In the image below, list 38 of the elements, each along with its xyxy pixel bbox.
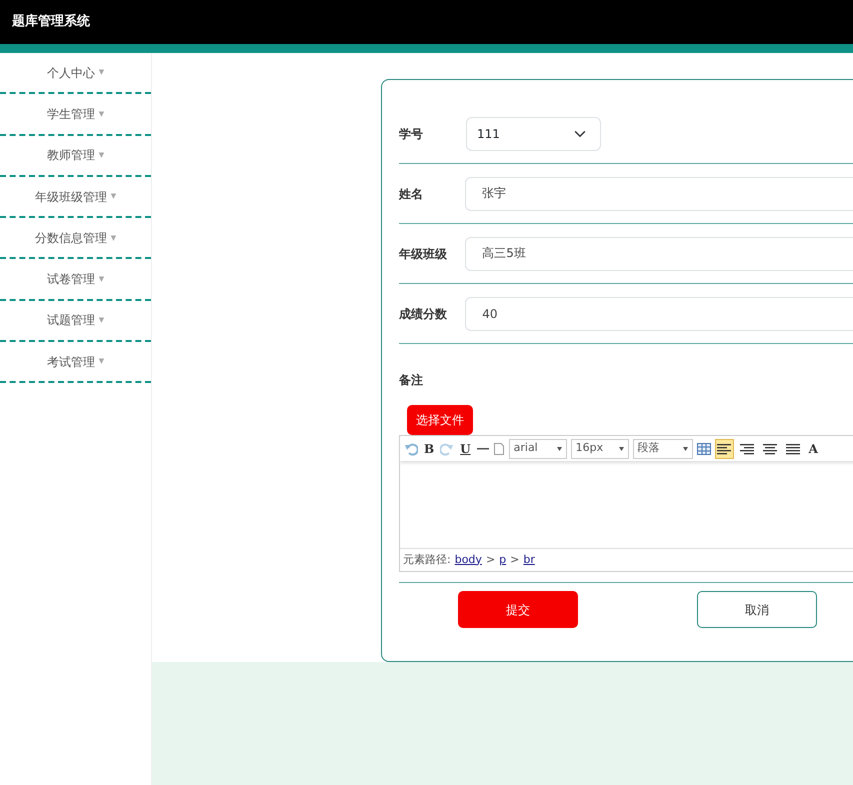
- file-button[interactable]: 选择文件: [407, 405, 473, 435]
- toolbar-dropdown[interactable]: 16px: [570, 438, 629, 458]
- align-left-button[interactable]: [714, 438, 734, 458]
- menu-label[interactable]: 学生管理: [46, 104, 95, 123]
- menu-label[interactable]: 教师管理: [46, 146, 95, 164]
- toolbar-dropdown[interactable]: 段落: [632, 438, 693, 458]
- submit-button[interactable]: 提交: [458, 591, 578, 628]
- select-field[interactable]: 111: [466, 116, 601, 150]
- bold-button[interactable]: B: [422, 440, 436, 458]
- caret-icon: [556, 446, 562, 450]
- path-link[interactable]: body: [454, 552, 482, 568]
- path-separator: >: [510, 552, 520, 568]
- field-label: 备注: [399, 372, 424, 389]
- input-field[interactable]: 40: [465, 296, 853, 330]
- field-label: 年级班级: [399, 246, 448, 262]
- caret-icon: [618, 446, 624, 450]
- menu-label[interactable]: 个人中心: [46, 64, 95, 82]
- field-label: 成绩分数: [399, 306, 448, 322]
- cancel-button[interactable]: 取消: [697, 591, 817, 628]
- field-label: 姓名: [399, 186, 424, 202]
- menu-label[interactable]: 分数信息管理: [34, 228, 107, 247]
- table-icon[interactable]: [696, 442, 711, 454]
- menu-label[interactable]: 年级班级管理: [34, 188, 107, 206]
- caret-icon: [682, 446, 688, 450]
- font-color-button[interactable]: A: [806, 440, 820, 458]
- path-separator: >: [486, 552, 496, 568]
- input-field[interactable]: 张宇: [465, 176, 853, 210]
- path-link[interactable]: br: [523, 552, 535, 568]
- path-link[interactable]: p: [499, 552, 506, 568]
- menu-label[interactable]: 试题管理: [46, 311, 95, 330]
- field-label: 学号: [399, 126, 424, 142]
- toolbar-dropdown[interactable]: arial: [508, 438, 567, 458]
- underline-button[interactable]: U: [458, 440, 473, 458]
- path-label: 元素路径:: [403, 552, 451, 568]
- input-field[interactable]: 高三5班: [465, 236, 853, 270]
- app-title: 题库管理系统: [12, 12, 90, 32]
- menu-label[interactable]: 考试管理: [46, 352, 95, 371]
- menu-label[interactable]: 试卷管理: [46, 270, 95, 288]
